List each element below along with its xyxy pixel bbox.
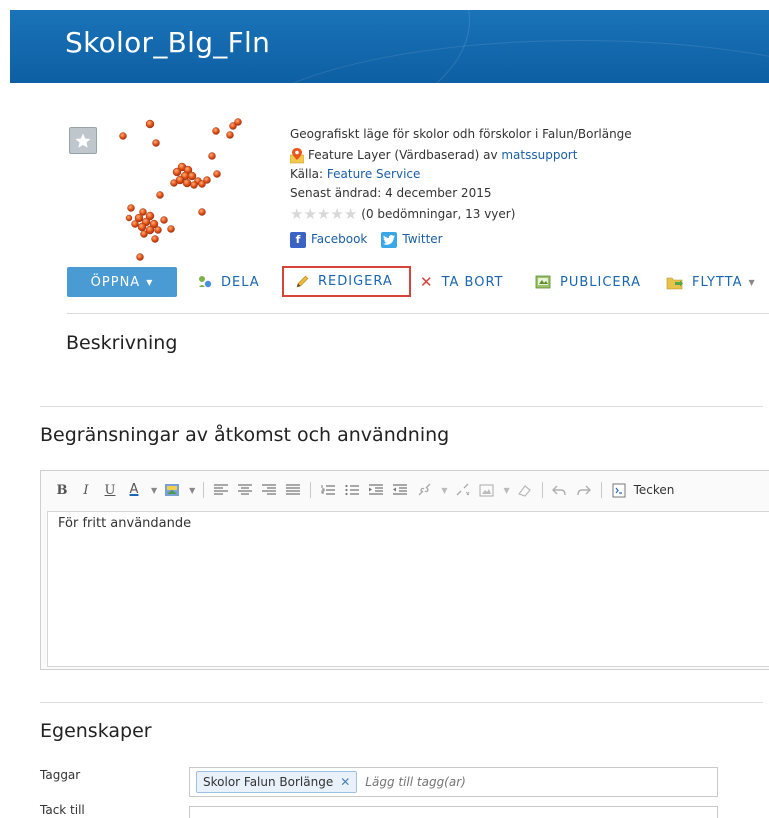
numbered-list-icon[interactable]	[319, 484, 337, 496]
star-icon	[75, 133, 91, 148]
bold-icon[interactable]: B	[53, 483, 71, 498]
page-title: Skolor_Blg_Fln	[65, 26, 271, 59]
share-button-label: DELA	[221, 274, 260, 290]
insert-image-icon[interactable]	[477, 484, 495, 497]
facebook-icon[interactable]: f	[290, 231, 306, 248]
delete-button-label: TA BORT	[441, 274, 504, 290]
unlink-icon[interactable]	[453, 483, 471, 497]
favorite-star-button[interactable]	[69, 127, 97, 154]
credits-field[interactable]	[189, 806, 718, 818]
publish-button-label: PUBLICERA	[560, 274, 642, 290]
link-icon[interactable]	[415, 483, 433, 497]
item-source-row: Källa: Feature Service	[290, 165, 632, 184]
owner-link[interactable]: matssupport	[501, 146, 577, 165]
delete-x-icon: ✕	[420, 273, 434, 291]
section-heading-description: Beskrivning	[66, 332, 178, 354]
font-color-icon[interactable]: A	[125, 483, 143, 496]
bullet-list-icon[interactable]	[343, 484, 361, 496]
rating-row: ★ ★ ★ ★ ★ (0 bedömningar, 13 vyer)	[290, 205, 632, 224]
toolbar-separator	[541, 482, 543, 498]
align-left-icon[interactable]	[212, 484, 230, 496]
social-share: f Facebook Twitter	[290, 230, 632, 249]
publish-icon	[535, 274, 552, 290]
item-type: Feature Layer (Värdbaserad) av	[308, 148, 502, 162]
star-icon[interactable]: ★	[303, 207, 316, 222]
align-right-icon[interactable]	[260, 484, 278, 496]
chevron-down-icon[interactable]: ▼	[151, 486, 157, 495]
outdent-icon[interactable]	[391, 484, 409, 496]
credits-label: Tack till	[40, 803, 85, 817]
item-modified: Senast ändrad: 4 december 2015	[290, 186, 492, 200]
move-button[interactable]: FLYTTA ▼	[666, 267, 756, 297]
rating-stars[interactable]: ★ ★ ★ ★ ★	[290, 207, 357, 222]
twitter-icon[interactable]	[381, 231, 398, 248]
divider	[40, 702, 763, 703]
chevron-down-icon[interactable]: ▼	[441, 486, 447, 495]
pencil-icon	[294, 274, 310, 290]
star-icon[interactable]: ★	[344, 207, 357, 222]
font-format-label[interactable]: Tecken	[634, 483, 675, 497]
delete-button[interactable]: ✕ TA BORT	[420, 267, 504, 297]
item-action-bar: ÖPPNA ▼ DELA REDIGERA ✕ TA BORT PUBLICER…	[67, 266, 769, 297]
move-button-label: FLYTTA	[692, 274, 743, 290]
section-heading-access-restrictions: Begränsningar av åtkomst och användning	[40, 424, 450, 446]
share-button[interactable]: DELA	[197, 267, 260, 297]
edit-button-label: REDIGERA	[318, 274, 393, 289]
align-justify-icon[interactable]	[284, 484, 302, 496]
underline-icon[interactable]: U	[101, 483, 119, 498]
star-icon[interactable]: ★	[290, 207, 303, 222]
access-restrictions-textarea[interactable]: För fritt användande	[47, 511, 769, 667]
redo-icon[interactable]	[575, 484, 593, 497]
rich-text-editor: B I U A ▼ ▼ ▼ ▼ Tecken För fritt använda…	[40, 470, 769, 670]
align-center-icon[interactable]	[236, 484, 254, 496]
eraser-icon[interactable]	[516, 484, 534, 497]
tags-field[interactable]: Skolor Falun Borlänge ✕	[189, 767, 718, 797]
edit-button[interactable]: REDIGERA	[282, 266, 411, 297]
twitter-link[interactable]: Twitter	[402, 230, 442, 249]
undo-icon[interactable]	[551, 484, 569, 497]
indent-icon[interactable]	[367, 484, 385, 496]
divider	[40, 406, 763, 407]
chevron-down-icon: ▼	[748, 277, 756, 287]
open-button-label: ÖPPNA	[90, 274, 141, 290]
star-icon[interactable]: ★	[330, 207, 343, 222]
page-header: Skolor_Blg_Fln	[10, 10, 769, 83]
rating-summary: (0 bedömningar, 13 vyer)	[361, 207, 516, 221]
facebook-link[interactable]: Facebook	[311, 230, 367, 249]
folder-move-icon	[666, 275, 684, 290]
italic-icon[interactable]: I	[77, 483, 95, 498]
item-info: Geografiskt läge för skolor odh förskolo…	[290, 122, 632, 249]
toolbar-separator	[310, 482, 312, 498]
section-heading-properties: Egenskaper	[40, 720, 152, 742]
add-tag-input[interactable]	[365, 775, 566, 789]
html-source-icon[interactable]	[610, 483, 628, 498]
tags-label: Taggar	[40, 768, 81, 782]
divider	[67, 313, 769, 314]
open-button[interactable]: ÖPPNA ▼	[67, 267, 177, 297]
share-icon	[197, 274, 213, 290]
tag-chip-label: Skolor Falun Borlänge	[203, 775, 334, 789]
tag-chip: Skolor Falun Borlänge ✕	[196, 771, 358, 793]
item-thumbnail	[119, 118, 242, 261]
remove-tag-icon[interactable]: ✕	[340, 775, 350, 789]
source-link[interactable]: Feature Service	[327, 165, 421, 184]
chevron-down-icon: ▼	[146, 277, 154, 287]
highlight-color-icon[interactable]	[163, 483, 181, 497]
item-type-row: Feature Layer (Värdbaserad) av matssuppo…	[290, 146, 632, 165]
toolbar-separator	[600, 482, 602, 498]
chevron-down-icon[interactable]: ▼	[503, 486, 509, 495]
toolbar-separator	[203, 482, 205, 498]
star-icon[interactable]: ★	[317, 207, 330, 222]
editor-toolbar: B I U A ▼ ▼ ▼ ▼ Tecken	[41, 471, 769, 509]
source-label: Källa:	[290, 167, 327, 181]
publish-button[interactable]: PUBLICERA	[535, 267, 641, 297]
chevron-down-icon[interactable]: ▼	[189, 486, 195, 495]
feature-layer-icon	[290, 147, 304, 163]
item-description: Geografiskt läge för skolor odh förskolo…	[290, 126, 632, 141]
